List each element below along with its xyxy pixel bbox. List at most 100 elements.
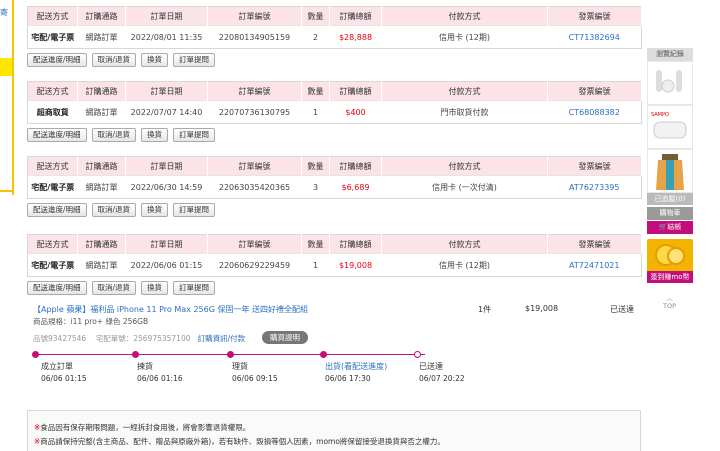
column-header: 配送方式 <box>27 234 78 254</box>
order-total: $6,689 <box>329 175 382 199</box>
column-header: 數量 <box>301 234 330 254</box>
back-to-top-button[interactable]: ︿ TOP <box>663 292 676 310</box>
order-detail-panel: 【Apple 蘋果】福利品 iPhone 11 Pro Max 256G 保固一… <box>27 298 641 393</box>
timeline-dot <box>414 351 421 358</box>
cancel-return-button[interactable]: 取消/退貨 <box>91 53 137 67</box>
invoice-number[interactable]: AT72471021 <box>547 253 642 277</box>
exchange-button[interactable]: 換貨 <box>141 281 169 295</box>
exchange-button[interactable]: 換貨 <box>141 128 169 142</box>
left-panel-edge: 寄 <box>0 0 14 195</box>
timeline-dot <box>320 351 327 358</box>
chevron-up-icon: ︿ <box>666 294 673 302</box>
order-table: 配送方式 訂購通路 訂單日期 訂單編號 數量 訂購總額 付款方式 發票編號 宅配/電子票 網路訂單… <box>27 6 642 49</box>
cancel-return-button[interactable]: 取消/退貨 <box>91 203 137 217</box>
recent-item-thumbnail[interactable]: SAMPO <box>647 105 693 149</box>
order-block: 配送方式 訂購通路 訂單日期 訂單編號 數量 訂購總額 付款方式 發票編號 超商取貨 網路訂單 20… <box>27 81 642 142</box>
invoice-number[interactable]: CT71382694 <box>547 25 642 49</box>
shipping-detail-button[interactable]: 配送進度/明細 <box>27 128 87 142</box>
recent-item-thumbnail[interactable] <box>647 61 693 105</box>
payment-method: 信用卡 (12期) <box>381 253 548 277</box>
shipping-method: 宅配/電子票 <box>27 253 78 277</box>
cancel-return-button[interactable]: 取消/退貨 <box>91 281 137 295</box>
exchange-button[interactable]: 換貨 <box>141 53 169 67</box>
column-header: 訂購通路 <box>77 234 126 254</box>
order-table-header: 配送方式 訂購通路 訂單日期 訂單編號 數量 訂購總額 付款方式 發票編號 <box>27 156 642 176</box>
cart-label[interactable]: 購物車 <box>647 207 693 220</box>
invoice-number[interactable]: CT68088382 <box>547 100 642 124</box>
order-row: 超商取貨 網路訂單 2022/07/07 14:40 22070736130795 1 $… <box>27 100 642 124</box>
notice-line: ※食品因有保存期限問題，一經拆封食用後，將會影響退貨權限。 <box>34 422 634 433</box>
order-row: 宅配/電子票 網路訂單 2022/08/01 11:35 22080134905159… <box>27 25 642 49</box>
timeline-step-time: 06/06 09:15 <box>232 374 278 383</box>
order-row: 宅配/電子票 網路訂單 2022/06/06 01:15 22060629229459… <box>27 253 642 277</box>
order-actions: 配送進度/明細 取消/退貨 換貨 訂單提問 <box>27 203 641 217</box>
invoice-number[interactable]: AT76273395 <box>547 175 642 199</box>
column-header: 配送方式 <box>27 6 78 26</box>
timeline-step-time: 06/06 01:16 <box>137 374 183 383</box>
column-header: 付款方式 <box>381 234 548 254</box>
order-number: 22070736130795 <box>207 100 302 124</box>
shipping-detail-button[interactable]: 配送進度/明細 <box>27 203 87 217</box>
timeline-step-time: 06/06 01:15 <box>41 374 87 383</box>
payment-method: 信用卡 (一次付清) <box>381 175 548 199</box>
purchase-proof-button[interactable]: 購買證明 <box>262 331 308 344</box>
back-to-top-label: TOP <box>663 302 677 310</box>
timeline-step-time: 06/06 17:30 <box>325 374 371 383</box>
order-date: 2022/07/07 14:40 <box>125 100 208 124</box>
checkout-button[interactable]: 🛒結帳 <box>647 221 693 234</box>
delivery-number: 宅配單號：256975357100 <box>95 334 191 343</box>
shipping-method: 超商取貨 <box>27 100 78 124</box>
order-qty: 1 <box>301 253 330 277</box>
order-qty: 3 <box>301 175 330 199</box>
recent-item-thumbnail[interactable] <box>647 149 693 193</box>
order-qty: 1 <box>301 100 330 124</box>
order-inquiry-button[interactable]: 訂單提問 <box>173 281 216 295</box>
item-meta: 品號93427546 宅配單號：256975357100 訂購資訊/付款 <box>33 333 245 344</box>
shipping-progress-link[interactable]: 出貨(看配送進度) <box>325 361 387 372</box>
column-header: 訂單編號 <box>207 156 302 176</box>
checkin-promo[interactable]: 簽到賺mo幣 <box>647 239 693 283</box>
order-date: 2022/08/01 11:35 <box>125 25 208 49</box>
order-inquiry-button[interactable]: 訂單提問 <box>173 128 216 142</box>
product-title-link[interactable]: 【Apple 蘋果】福利品 iPhone 11 Pro Max 256G 保固一… <box>33 304 308 315</box>
shipping-detail-button[interactable]: 配送進度/明細 <box>27 53 87 67</box>
order-table: 配送方式 訂購通路 訂單日期 訂單編號 數量 訂購總額 付款方式 發票編號 宅配/電子票 網路訂單… <box>27 156 642 199</box>
column-header: 發票編號 <box>547 81 642 101</box>
column-header: 付款方式 <box>381 6 548 26</box>
column-header: 訂單日期 <box>125 6 208 26</box>
left-panel-fragment[interactable]: 寄 <box>0 7 8 18</box>
payment-method: 門市取貨付款 <box>381 100 548 124</box>
order-row: 宅配/電子票 網路訂單 2022/06/30 14:59 22063035420365… <box>27 175 642 199</box>
exchange-button[interactable]: 換貨 <box>141 203 169 217</box>
column-header: 訂購總額 <box>329 234 382 254</box>
shipping-detail-button[interactable]: 配送進度/明細 <box>27 281 87 295</box>
order-total: $28,888 <box>329 25 382 49</box>
column-header: 訂購通路 <box>77 81 126 101</box>
timeline-dot <box>32 351 39 358</box>
jacket-image-icon <box>656 154 684 190</box>
column-header: 配送方式 <box>27 156 78 176</box>
column-header: 發票編號 <box>547 156 642 176</box>
product-price: $19,008 <box>525 304 559 313</box>
left-panel-highlight <box>0 58 12 76</box>
notice-box: ※食品因有保存期限問題，一經拆封食用後，將會影響退貨權限。 ※商品請保持完整(含… <box>27 410 641 451</box>
timeline-step-label: 已送達 <box>419 362 443 371</box>
timeline-step-label: 揀貨 <box>137 362 153 371</box>
recent-count[interactable]: 已追蹤(0) <box>647 193 693 205</box>
column-header: 付款方式 <box>381 156 548 176</box>
order-inquiry-button[interactable]: 訂單提問 <box>173 53 216 67</box>
timeline-step-label: 理貨 <box>232 362 248 371</box>
delivery-status: 已送達 <box>610 305 634 314</box>
order-channel: 網路訂單 <box>77 253 126 277</box>
notice-line: ※商品請保持完整(含主商品、配件、贈品與原廠外箱)，若有缺件、毀損等個人因素，m… <box>34 436 634 447</box>
cancel-return-button[interactable]: 取消/退貨 <box>91 128 137 142</box>
order-total: $19,008 <box>329 253 382 277</box>
earbuds-image-icon <box>656 70 682 93</box>
column-header: 發票編號 <box>547 234 642 254</box>
order-table-header: 配送方式 訂購通路 訂單日期 訂單編號 數量 訂購總額 付款方式 發票編號 <box>27 6 642 26</box>
order-inquiry-button[interactable]: 訂單提問 <box>173 203 216 217</box>
order-info-link[interactable]: 訂購資訊/付款 <box>198 334 246 343</box>
coin-icon <box>667 247 685 265</box>
checkout-label: 結帳 <box>667 223 682 231</box>
order-number: 22060629229459 <box>207 253 302 277</box>
